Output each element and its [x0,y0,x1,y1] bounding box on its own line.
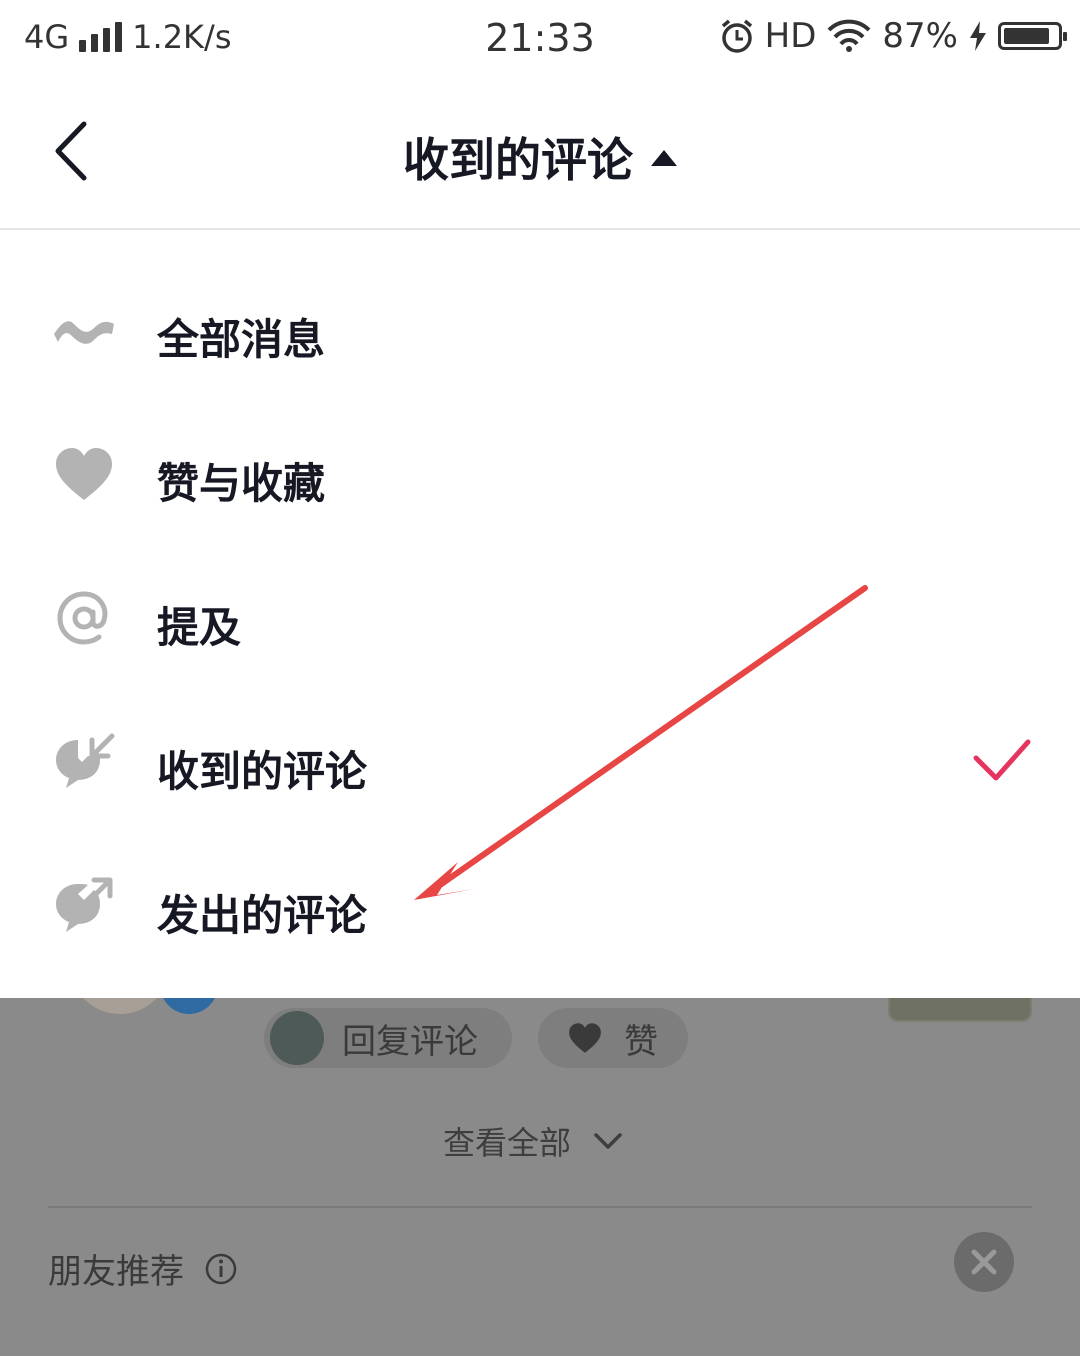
reply-comment-button: 回复评论 [264,1008,512,1068]
post-thumbnail [888,998,1032,1022]
dim-overlay[interactable]: 回复评论 赞 查看全部 朋友推荐 [0,998,1080,1356]
heart-icon [569,1023,601,1053]
comment-sent-icon [56,877,113,932]
heart-icon [56,448,112,500]
battery-fill [1004,28,1050,44]
page-title: 收到的评论 [403,133,633,187]
avatar [270,1011,324,1065]
alarm-icon [721,19,752,53]
menu-item-likes-favorites[interactable]: 赞与收藏 [0,402,1080,546]
like-button: 赞 [538,1008,688,1068]
info-icon [205,1253,237,1284]
menu-item-all-messages[interactable]: 全部消息 [0,258,1080,402]
menu-item-sent-comments[interactable]: 发出的评论 [0,834,1080,978]
nav-bar: 收到的评论 [0,76,1080,230]
like-label: 赞 [624,1021,658,1062]
checkmark-icon [973,739,1031,781]
status-right: HD 87% [719,16,1067,56]
menu-item-received-comments[interactable]: 收到的评论 [0,690,1080,834]
friends-recommend-header: 朋友推荐 [48,1244,238,1293]
charging-icon [970,21,986,51]
status-bar: 4G 1.2K/s 21:33 HD 87% [0,0,1080,76]
friends-recommend-label: 朋友推荐 [48,1252,184,1292]
comment-received-icon [56,733,115,788]
verified-badge [160,998,218,1014]
page-title-dropdown[interactable]: 收到的评论 [0,124,1080,190]
wifi-icon [827,19,871,52]
close-recommend-button [954,1232,1014,1292]
battery-icon [998,22,1067,50]
view-all-label: 查看全部 [443,1124,572,1162]
menu-item-label: 提及 [157,603,242,652]
menu-item-label: 赞与收藏 [157,459,326,508]
chevron-down-icon [594,1133,622,1149]
hd-indicator: HD [764,16,817,56]
menu-item-mentions[interactable]: 提及 [0,546,1080,690]
reply-label: 回复评论 [342,1021,478,1062]
menu-item-label: 全部消息 [157,315,326,364]
menu-item-label: 收到的评论 [157,747,368,796]
caret-up-icon [651,149,677,166]
avatar [70,998,170,1014]
divider [48,1206,1032,1208]
filter-menu: 全部消息 赞与收藏 提及 收到的评论 发出的评论 [0,230,1080,998]
at-icon [57,591,108,645]
close-icon [971,1249,997,1275]
wave-icon [54,321,114,344]
battery-percent: 87% [882,16,958,56]
view-all-link: 查看全部 [443,1118,623,1164]
menu-item-label: 发出的评论 [157,891,368,940]
